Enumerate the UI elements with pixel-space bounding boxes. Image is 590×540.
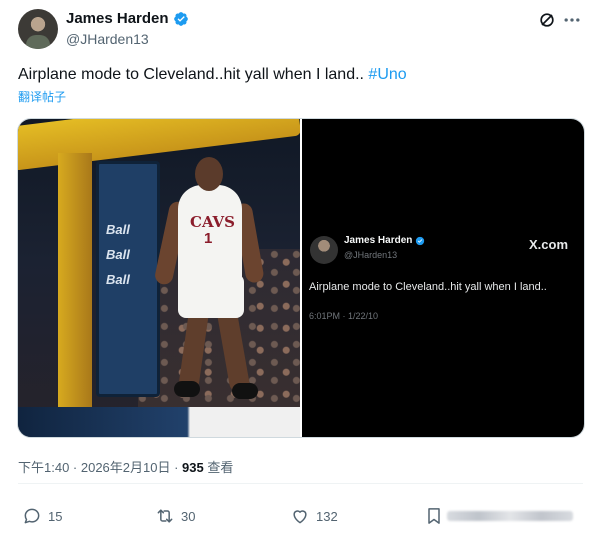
like-icon [293, 510, 307, 524]
bookmark-icon[interactable] [424, 506, 444, 526]
repost-button[interactable]: 30 [155, 506, 195, 526]
views-count: 935 [182, 460, 204, 475]
court-floor [18, 407, 300, 437]
reply-button[interactable]: 15 [22, 506, 62, 526]
hoop-post [58, 153, 92, 413]
inner-avatar [310, 236, 338, 264]
timestamp[interactable]: 下午1:40 · 2026年2月10日 · [18, 460, 182, 475]
inner-name-row: James Harden [344, 235, 425, 246]
inner-timestamp: 6:01PM · 1/22/10 [309, 311, 379, 321]
grok-icon[interactable] [537, 10, 557, 30]
reply-count: 15 [48, 508, 63, 524]
jersey-number: 1 [204, 230, 213, 247]
pad-logo: Ball [106, 247, 130, 262]
tweet-body: Airplane mode to Cleveland..hit yall whe… [18, 66, 369, 83]
author-name-row[interactable]: James Harden [66, 10, 189, 27]
verified-badge-icon [173, 11, 188, 26]
translate-link[interactable]: 翻译帖子 [18, 88, 66, 105]
repost-count: 30 [181, 508, 196, 524]
player-shoe [174, 381, 200, 397]
player-photo[interactable]: Ball Ball Ball CAVS 1 [18, 119, 300, 437]
inner-author-name: James Harden [344, 235, 413, 246]
pad-logo: Ball [106, 272, 130, 287]
hashtag-link[interactable]: #Uno [368, 66, 406, 83]
author-name[interactable]: James Harden [66, 10, 169, 27]
repost-icon [157, 509, 173, 523]
blurred-region [447, 511, 573, 521]
player-shorts [178, 274, 244, 318]
author-handle[interactable]: @JHarden13 [66, 31, 149, 47]
pad-logo: Ball [106, 222, 130, 237]
verified-badge-icon [416, 236, 425, 245]
player-shoe [232, 383, 258, 399]
xcom-logo: X.com [529, 237, 569, 252]
like-count: 132 [316, 508, 338, 524]
more-icon[interactable] [561, 10, 583, 30]
inner-author-handle: @JHarden13 [344, 250, 398, 260]
divider [18, 483, 583, 484]
tweet-text: Airplane mode to Cleveland..hit yall whe… [18, 65, 407, 85]
avatar[interactable] [18, 9, 58, 49]
reply-icon [24, 508, 40, 524]
stanchion-pad: Ball Ball Ball [96, 161, 160, 397]
like-button[interactable]: 132 [290, 506, 338, 526]
inner-tweet-text: Airplane mode to Cleveland..hit yall whe… [309, 281, 547, 293]
media-grid[interactable]: Ball Ball Ball CAVS 1 James Harden @JHar… [17, 118, 585, 438]
jersey-word: CAVS [190, 213, 235, 231]
player-head [195, 157, 223, 191]
tweet-meta: 下午1:40 · 2026年2月10日 · 935 查看 [18, 457, 233, 476]
old-tweet-screenshot[interactable]: James Harden @JHarden13 X.com Airplane m… [302, 119, 584, 437]
views-label: 查看 [203, 460, 234, 475]
